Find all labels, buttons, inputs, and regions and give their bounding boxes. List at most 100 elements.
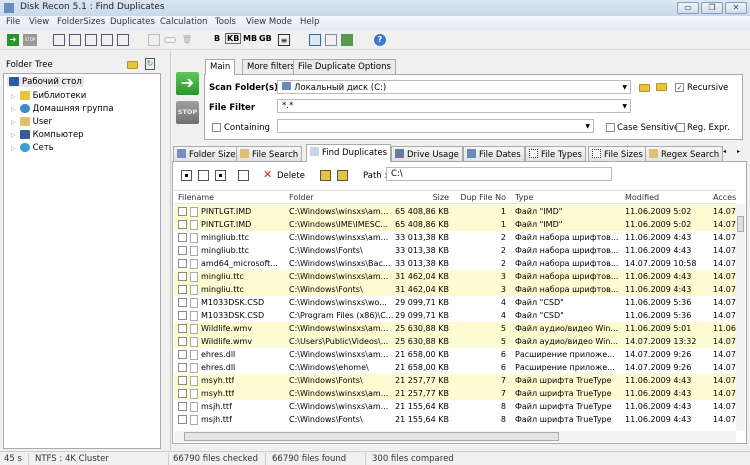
dropdown-arrow-icon[interactable]: ▼ [622, 84, 627, 91]
scan-folder-select[interactable]: Локальный диск (C:) ▼ [277, 80, 631, 94]
row-checkbox[interactable] [178, 337, 187, 346]
row-checkbox[interactable] [178, 389, 187, 398]
menu-view[interactable]: View [29, 17, 49, 27]
case-sensitive-checkbox[interactable] [606, 123, 615, 132]
browse-folder-icon[interactable] [127, 61, 138, 69]
close-button[interactable]: ✕ [725, 2, 747, 14]
table-row[interactable]: ehres.dll C:\Windows\winsxs\am... 21 658,0… [174, 348, 736, 361]
unit-kb[interactable]: KB [225, 33, 242, 44]
go-button[interactable]: ➔ [176, 72, 199, 95]
menu-help[interactable]: Help [300, 17, 319, 27]
check-all-icon[interactable]: ▪ [181, 170, 192, 181]
dropdown-arrow-icon[interactable]: ▼ [585, 123, 590, 130]
tree-item-desktop[interactable]: Рабочий стол [7, 77, 84, 87]
export-csv-icon[interactable] [69, 34, 81, 46]
expand-icon[interactable]: ▷ [11, 93, 16, 100]
tab-file-duplicate-options[interactable]: File Duplicate Options [293, 59, 396, 74]
menu-tools[interactable]: Tools [215, 17, 236, 27]
delete-icon[interactable]: ✕ [263, 168, 272, 181]
row-checkbox[interactable] [178, 363, 187, 372]
copy-icon[interactable] [238, 170, 249, 181]
table-row[interactable]: mingliub.ttc C:\Windows\Fonts\ 33 013,38 K… [174, 244, 736, 257]
row-checkbox[interactable] [178, 207, 187, 216]
move-icon[interactable] [320, 170, 331, 181]
table-row[interactable]: Wildlife.wmv C:\Windows\winsxs\am... 25 63… [174, 322, 736, 335]
export-xls-icon[interactable] [53, 34, 65, 46]
menu-duplicates[interactable]: Duplicates [110, 17, 155, 27]
help-icon[interactable]: ? [374, 34, 386, 46]
table-row[interactable]: msyh.ttf C:\Windows\winsxs\am... 21 257,77… [174, 387, 736, 400]
tree-item-user[interactable]: ▷ User [11, 117, 52, 127]
regex-checkbox[interactable] [676, 123, 685, 132]
tree-item-computer[interactable]: ▷ Компьютер [11, 130, 84, 140]
row-checkbox[interactable] [178, 415, 187, 424]
unit-b[interactable]: B [214, 34, 220, 43]
scroll-thumb[interactable] [737, 216, 744, 232]
recursive-checkbox[interactable]: ✓ [675, 83, 684, 92]
col-type[interactable]: Type [515, 193, 533, 202]
auto-unit-icon[interactable]: ≡ [278, 34, 290, 46]
tree-item-network[interactable]: ▷ Сеть [11, 143, 54, 153]
row-checkbox[interactable] [178, 298, 187, 307]
tab-more-filters[interactable]: More filters [242, 59, 300, 74]
add-folders-icon[interactable] [656, 83, 667, 91]
table-row[interactable]: mingliu.ttc C:\Windows\Fonts\ 31 462,04 KB… [174, 283, 736, 296]
expand-icon[interactable]: ▷ [11, 119, 16, 126]
row-checkbox[interactable] [178, 233, 187, 242]
col-filename[interactable]: Filename [178, 193, 214, 202]
table-row[interactable]: mingliu.ttc C:\Windows\winsxs\am... 31 462… [174, 270, 736, 283]
row-checkbox[interactable] [178, 272, 187, 281]
row-checkbox[interactable] [178, 376, 187, 385]
tab-file-search[interactable]: File Search [236, 146, 303, 161]
drive-icon[interactable] [164, 37, 176, 43]
table-row[interactable]: amd64_microsoft... C:\Windows\winsxs\Bac.… [174, 257, 736, 270]
delete-button[interactable]: Delete [277, 171, 305, 181]
row-checkbox[interactable] [178, 311, 187, 320]
table-row[interactable]: Wildlife.wmv C:\Users\Public\Videos\... 25… [174, 335, 736, 348]
col-dup-no[interactable]: Dup File No [444, 193, 506, 202]
horizontal-scrollbar[interactable] [174, 431, 736, 442]
tab-main[interactable]: Main [205, 59, 236, 75]
properties-icon[interactable] [148, 34, 160, 46]
row-checkbox[interactable] [178, 350, 187, 359]
image-icon[interactable] [341, 34, 353, 46]
preview-icon[interactable] [325, 34, 337, 46]
vertical-scrollbar[interactable] [736, 204, 745, 431]
table-row[interactable]: mingliub.ttc C:\Windows\winsxs\am... 33 01… [174, 231, 736, 244]
expand-icon[interactable]: ▷ [11, 132, 16, 139]
tree-item-libraries[interactable]: ▷ Библиотеки [11, 91, 86, 101]
row-checkbox[interactable] [178, 285, 187, 294]
export-txt-icon[interactable] [117, 34, 129, 46]
row-checkbox[interactable] [178, 220, 187, 229]
menu-file[interactable]: File [6, 17, 20, 27]
tab-regex-search[interactable]: Regex Search [645, 146, 724, 161]
menu-calculation[interactable]: Calculation [160, 17, 207, 27]
row-checkbox[interactable] [178, 324, 187, 333]
tab-file-types[interactable]: File Types [525, 146, 586, 161]
col-modified[interactable]: Modified [625, 193, 659, 202]
row-checkbox[interactable] [178, 259, 187, 268]
export-pdf-icon[interactable] [85, 34, 97, 46]
file-filter-input[interactable]: *.* ▼ [277, 99, 631, 113]
table-row[interactable]: msyh.ttf C:\Windows\Fonts\ 21 257,77 KB 7 Фа… [174, 374, 736, 387]
move-all-icon[interactable] [337, 170, 348, 181]
unit-mb[interactable]: MB [243, 34, 257, 43]
tab-drive-usage[interactable]: Drive Usage [391, 146, 463, 161]
col-size[interactable]: Size [384, 193, 449, 202]
layout-icon[interactable] [309, 34, 321, 46]
export-html-icon[interactable] [101, 34, 113, 46]
tab-file-dates[interactable]: File Dates [463, 146, 525, 161]
tree-item-homegroup[interactable]: ▷ Домашняя группа [11, 104, 114, 114]
invert-check-icon[interactable]: ▪ [215, 170, 226, 181]
table-row[interactable]: msjh.ttf C:\Windows\winsxs\am... 21 155,64… [174, 400, 736, 413]
uncheck-all-icon[interactable] [198, 170, 209, 181]
containing-input[interactable]: ▼ [277, 119, 594, 133]
tab-folder-sizes[interactable]: Folder Sizes [173, 146, 244, 161]
table-row[interactable]: PINTLGT.IMD C:\Windows\winsxs\am... 65 408… [174, 205, 736, 218]
folder-tree[interactable]: Рабочий стол ▷ Библиотеки ▷ Домашняя групп… [3, 73, 161, 449]
tab-file-sizes[interactable]: File Sizes [588, 146, 647, 161]
table-row[interactable]: M1033DSK.CSD C:\Windows\winsxs\wo... 29 09… [174, 296, 736, 309]
row-checkbox[interactable] [178, 402, 187, 411]
dropdown-arrow-icon[interactable]: ▼ [622, 103, 627, 110]
col-accessed[interactable]: Accessed [713, 193, 736, 202]
